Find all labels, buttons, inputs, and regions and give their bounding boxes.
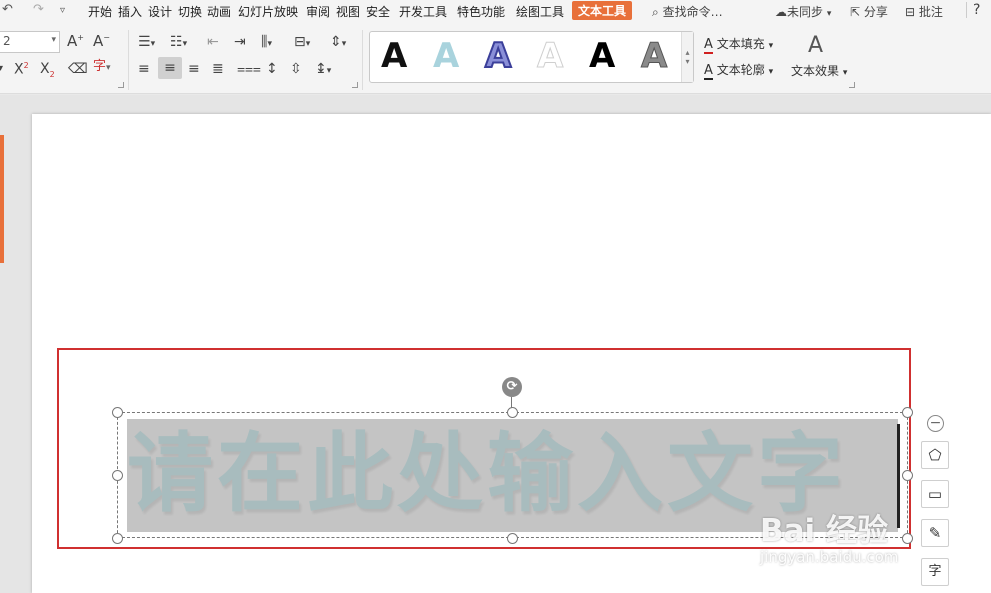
- text-direction-icon[interactable]: ⫼▾: [261, 35, 272, 49]
- text-align-vertical-icon[interactable]: ⇕▾: [330, 35, 346, 49]
- tab-home[interactable]: 开始: [88, 3, 112, 20]
- tab-view[interactable]: 视图: [336, 3, 360, 20]
- gallery-scroll[interactable]: ▴ ▾: [681, 32, 693, 82]
- search-icon: ⌕: [652, 5, 659, 19]
- text-style-gallery: A A A A A A ▴ ▾: [369, 31, 694, 83]
- resize-handle-bottom-right[interactable]: [902, 533, 913, 544]
- paragraph-dialog-launcher[interactable]: [352, 82, 358, 88]
- bullet-list-icon[interactable]: ☰▾: [138, 35, 155, 49]
- tab-review[interactable]: 审阅: [306, 3, 330, 20]
- watermark-logo: Bai 经验: [760, 513, 888, 549]
- watermark-url: jingyan.baidu.com: [760, 548, 899, 566]
- increase-font-icon[interactable]: A+: [67, 34, 84, 49]
- justify-icon[interactable]: ≣: [212, 62, 224, 76]
- line-spacing-icon[interactable]: ↕: [266, 62, 278, 76]
- decrease-font-icon[interactable]: A−: [93, 34, 110, 49]
- text-outline-icon: A: [704, 63, 713, 80]
- help-button[interactable]: ?: [966, 2, 980, 18]
- comment-icon: ⊟: [905, 5, 916, 19]
- phonetic-guide-icon[interactable]: 字▾: [93, 60, 111, 73]
- divider: [362, 30, 363, 90]
- distribute-icon[interactable]: ⩶: [237, 62, 261, 76]
- ribbon: 2 ▾ A+ A− ▾ X2 X2 ⌫ 字▾ ☰▾ ☷▾ ⇤ ⇥ ⫼▾ ⊟▾ ⇕…: [0, 22, 991, 94]
- dropdown-arrow-icon[interactable]: ▾: [0, 64, 3, 74]
- share-icon: ⇱: [850, 5, 861, 19]
- search-command[interactable]: ⌕ 查找命令…: [652, 3, 723, 20]
- spacing-options-icon[interactable]: ↨▾: [315, 62, 331, 76]
- tab-text-tools[interactable]: 文本工具: [572, 1, 633, 20]
- numbered-list-icon[interactable]: ☷▾: [170, 35, 187, 49]
- text-fill-icon: A: [704, 37, 713, 54]
- tab-developer[interactable]: 开发工具: [399, 3, 447, 20]
- column-icon[interactable]: ⊟▾: [294, 35, 310, 49]
- text-effect-button[interactable]: 文本效果 ▾: [791, 62, 847, 79]
- increase-indent-icon[interactable]: ⇥: [234, 35, 246, 49]
- text-outline-button[interactable]: A 文本轮廓 ▾: [704, 61, 773, 80]
- text-effect-icon[interactable]: A: [808, 35, 823, 57]
- text-format-icon[interactable]: 字: [921, 558, 949, 586]
- resize-handle-top-left[interactable]: [112, 407, 123, 418]
- undo-icon[interactable]: ↶: [2, 2, 13, 17]
- style-black-bold[interactable]: A: [589, 36, 615, 76]
- resize-handle-bottom[interactable]: [507, 533, 518, 544]
- style-gray-gradient[interactable]: A: [640, 36, 667, 77]
- quick-access-dropdown-icon[interactable]: ▿: [60, 5, 65, 16]
- align-left-icon[interactable]: ≡: [138, 62, 150, 76]
- text-fill-button[interactable]: A 文本填充 ▾: [704, 35, 773, 54]
- style-white-outline[interactable]: A: [536, 36, 563, 77]
- resize-handle-top-right[interactable]: [902, 407, 913, 418]
- eraser-icon[interactable]: ⌫: [68, 62, 88, 76]
- tab-design[interactable]: 设计: [148, 3, 172, 20]
- tab-transitions[interactable]: 切换: [178, 3, 202, 20]
- style-black[interactable]: A: [381, 36, 407, 76]
- cloud-icon: ☁: [775, 5, 787, 19]
- tab-animations[interactable]: 动画: [207, 3, 231, 20]
- comment-button[interactable]: ⊟ 批注: [905, 3, 943, 20]
- paragraph-spacing-icon[interactable]: ⇳: [290, 62, 302, 76]
- menu-bar: ↶ ↷ ▿ 开始 插入 设计 切换 动画 幻灯片放映 审阅 视图 安全 开发工具…: [0, 0, 991, 22]
- tab-special-features[interactable]: 特色功能: [457, 3, 505, 20]
- tab-slideshow[interactable]: 幻灯片放映: [238, 3, 298, 20]
- share-button[interactable]: ⇱ 分享: [850, 3, 888, 20]
- collapse-icon[interactable]: −: [927, 415, 944, 432]
- shape-fill-icon[interactable]: ⬠: [921, 441, 949, 469]
- thumbnail-panel-edge[interactable]: [0, 135, 4, 263]
- font-size-input[interactable]: 2 ▾: [0, 31, 60, 53]
- redo-icon[interactable]: ↷: [33, 2, 44, 17]
- decrease-indent-icon[interactable]: ⇤: [207, 35, 219, 49]
- align-center-icon[interactable]: ≡: [158, 57, 182, 79]
- tab-drawing-tools[interactable]: 绘图工具: [516, 3, 564, 20]
- superscript-icon[interactable]: X2: [14, 62, 29, 77]
- chevron-down-icon: ▾: [51, 35, 56, 45]
- rotate-handle-icon[interactable]: ⟳: [502, 377, 522, 397]
- tab-security[interactable]: 安全: [366, 3, 390, 20]
- sync-button[interactable]: ☁未同步 ▾: [775, 3, 831, 20]
- pen-icon[interactable]: ✎: [921, 519, 949, 547]
- font-dialog-launcher[interactable]: [118, 82, 124, 88]
- text-cursor: [897, 424, 900, 528]
- style-blue-outline[interactable]: A: [484, 35, 512, 77]
- resize-handle-top[interactable]: [507, 407, 518, 418]
- shape-outline-icon[interactable]: ▭: [921, 480, 949, 508]
- subscript-icon[interactable]: X2: [40, 62, 55, 79]
- resize-handle-left[interactable]: [112, 470, 123, 481]
- style-light-blue[interactable]: A: [433, 36, 459, 76]
- text-dialog-launcher[interactable]: [849, 82, 855, 88]
- divider: [128, 30, 129, 90]
- align-right-icon[interactable]: ≡: [188, 62, 200, 76]
- resize-handle-bottom-left[interactable]: [112, 533, 123, 544]
- resize-handle-right[interactable]: [902, 470, 913, 481]
- tab-insert[interactable]: 插入: [118, 3, 142, 20]
